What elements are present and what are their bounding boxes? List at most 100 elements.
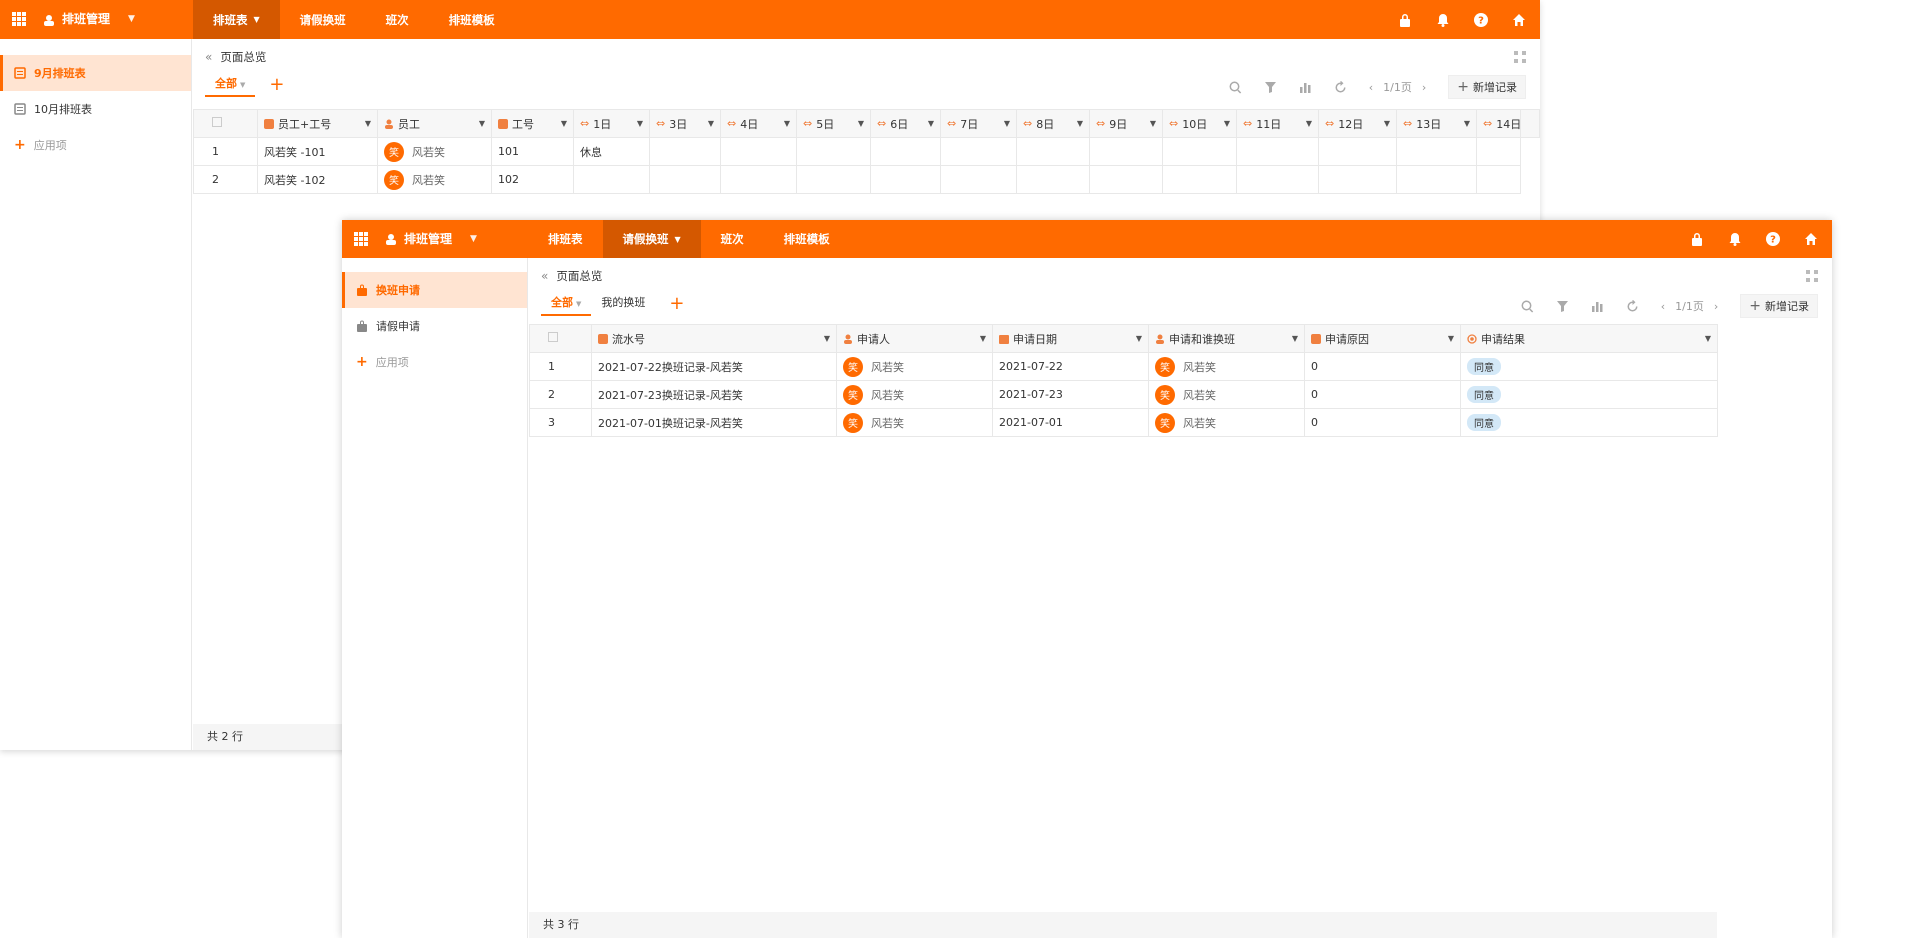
column-header[interactable]: 员工 ▼	[377, 109, 492, 138]
cell-swap-with[interactable]: 笑风若笑	[1148, 352, 1305, 381]
cell-day[interactable]	[720, 137, 797, 166]
cell-day[interactable]	[720, 165, 797, 194]
refresh-icon[interactable]	[1334, 80, 1347, 94]
cell-day[interactable]	[1016, 137, 1090, 166]
cell-day[interactable]	[796, 165, 871, 194]
column-header[interactable]: ⇔ 7日 ▼	[940, 109, 1017, 138]
cell-result[interactable]: 同意	[1460, 408, 1718, 437]
cell-day[interactable]	[1089, 137, 1163, 166]
column-header[interactable]: 申请日期 ▼	[992, 324, 1149, 353]
prev-page-icon[interactable]: ‹	[1369, 81, 1373, 94]
cell-applicant[interactable]: 笑风若笑	[836, 380, 993, 409]
cell-day[interactable]	[1318, 165, 1397, 194]
column-header[interactable]: ⇔ 8日 ▼	[1016, 109, 1090, 138]
view-tab-all[interactable]: 全部 ▼	[541, 292, 592, 316]
lock-icon[interactable]	[1690, 232, 1704, 246]
cell-date[interactable]: 2021-07-22	[992, 352, 1149, 381]
cell-no[interactable]: 102	[491, 165, 574, 194]
cell-day[interactable]	[1476, 165, 1521, 194]
sidebar-item-add-app[interactable]: + 应用项	[342, 344, 527, 380]
sidebar-item-leave-request[interactable]: 请假申请	[342, 308, 527, 344]
refresh-icon[interactable]	[1626, 299, 1639, 313]
nav-tab-template[interactable]: 排班模板	[429, 0, 515, 39]
column-header[interactable]: 申请原因 ▼	[1304, 324, 1461, 353]
chart-icon[interactable]	[1591, 300, 1604, 313]
chart-icon[interactable]	[1299, 81, 1312, 94]
cell-day[interactable]	[1236, 137, 1319, 166]
add-record-button[interactable]: + 新增记录	[1448, 75, 1526, 99]
cell-day[interactable]	[1089, 165, 1163, 194]
sidebar-item-add-app[interactable]: + 应用项	[0, 127, 191, 163]
column-header[interactable]: ⇔ 11日 ▼	[1236, 109, 1319, 138]
column-header[interactable]: ⇔ 6日 ▼	[870, 109, 941, 138]
cell-day[interactable]	[1396, 137, 1477, 166]
cell-day[interactable]	[1396, 165, 1477, 194]
home-icon[interactable]	[1804, 232, 1818, 246]
sidebar-item-swap-request[interactable]: 换班申请	[342, 272, 527, 308]
collapse-icon[interactable]: «	[205, 50, 212, 64]
cell-day[interactable]	[1016, 165, 1090, 194]
column-header[interactable]: ⇔ 3日 ▼	[649, 109, 721, 138]
cell-day[interactable]	[649, 137, 721, 166]
cell-day[interactable]	[870, 137, 941, 166]
cell-day[interactable]	[1476, 137, 1521, 166]
cell-day[interactable]	[940, 165, 1017, 194]
cell-day[interactable]	[573, 165, 650, 194]
nav-tab-schedule[interactable]: 排班表	[528, 220, 603, 258]
table-row[interactable]: 2 2021-07-23换班记录-风若笑 笑风若笑 2021-07-23 笑风若…	[529, 380, 1718, 409]
cell-reason[interactable]: 0	[1304, 408, 1461, 437]
cell-date[interactable]: 2021-07-01	[992, 408, 1149, 437]
fullscreen-icon[interactable]	[1514, 51, 1526, 63]
cell-employee[interactable]: 笑风若笑	[377, 137, 492, 166]
nav-tab-leave[interactable]: 请假换班 ▼	[602, 220, 701, 258]
prev-page-icon[interactable]: ‹	[1661, 300, 1665, 313]
cell-day[interactable]	[1236, 165, 1319, 194]
cell-serial[interactable]: 2021-07-22换班记录-风若笑	[591, 352, 837, 381]
column-header[interactable]: ⇔ 4日 ▼	[720, 109, 797, 138]
column-header[interactable]: 申请和谁换班 ▼	[1148, 324, 1305, 353]
add-view-button[interactable]: +	[669, 293, 684, 315]
bell-icon[interactable]	[1436, 13, 1450, 27]
cell-emp-no[interactable]: 风若笑 -101	[257, 137, 378, 166]
column-header[interactable]: ⇔14日▼	[1476, 109, 1521, 138]
cell-day[interactable]	[796, 137, 871, 166]
column-header[interactable]: 申请人 ▼	[836, 324, 993, 353]
view-tab-all[interactable]: 全部 ▼	[205, 73, 256, 97]
app-switcher[interactable]: 排班管理 ▼	[384, 220, 477, 258]
column-header[interactable]: ⇔ 5日 ▼	[796, 109, 871, 138]
cell-swap-with[interactable]: 笑风若笑	[1148, 408, 1305, 437]
lock-icon[interactable]	[1398, 13, 1412, 27]
select-all-checkbox[interactable]	[193, 109, 258, 138]
column-header[interactable]: ⇔ 12日 ▼	[1318, 109, 1397, 138]
cell-no[interactable]: 101	[491, 137, 574, 166]
cell-reason[interactable]: 0	[1304, 352, 1461, 381]
apps-grid-icon[interactable]	[12, 12, 26, 26]
home-icon[interactable]	[1512, 13, 1526, 27]
nav-tab-template[interactable]: 排班模板	[764, 220, 850, 258]
add-view-button[interactable]: +	[269, 74, 284, 96]
select-all-checkbox[interactable]	[529, 324, 592, 353]
table-row[interactable]: 2 风若笑 -102 笑风若笑 102	[193, 165, 1540, 194]
cell-swap-with[interactable]: 笑风若笑	[1148, 380, 1305, 409]
nav-tab-shift[interactable]: 班次	[366, 0, 429, 39]
cell-day[interactable]	[1318, 137, 1397, 166]
column-header[interactable]: 员工+工号 ▼	[257, 109, 378, 138]
cell-applicant[interactable]: 笑风若笑	[836, 408, 993, 437]
column-header[interactable]: ⇔ 9日 ▼	[1089, 109, 1163, 138]
cell-reason[interactable]: 0	[1304, 380, 1461, 409]
cell-applicant[interactable]: 笑风若笑	[836, 352, 993, 381]
bell-icon[interactable]	[1728, 232, 1742, 246]
nav-tab-leave[interactable]: 请假换班	[280, 0, 366, 39]
add-record-button[interactable]: + 新增记录	[1740, 294, 1818, 318]
help-icon[interactable]: ?	[1474, 12, 1488, 27]
column-header[interactable]: 流水号 ▼	[591, 324, 837, 353]
help-icon[interactable]: ?	[1766, 232, 1780, 246]
cell-day[interactable]	[649, 165, 721, 194]
cell-date[interactable]: 2021-07-23	[992, 380, 1149, 409]
apps-grid-icon[interactable]	[354, 232, 368, 246]
cell-emp-no[interactable]: 风若笑 -102	[257, 165, 378, 194]
column-header[interactable]: ⇔ 1日 ▼	[573, 109, 650, 138]
cell-result[interactable]: 同意	[1460, 352, 1718, 381]
cell-serial[interactable]: 2021-07-01换班记录-风若笑	[591, 408, 837, 437]
column-header[interactable]: ⇔ 10日 ▼	[1162, 109, 1237, 138]
